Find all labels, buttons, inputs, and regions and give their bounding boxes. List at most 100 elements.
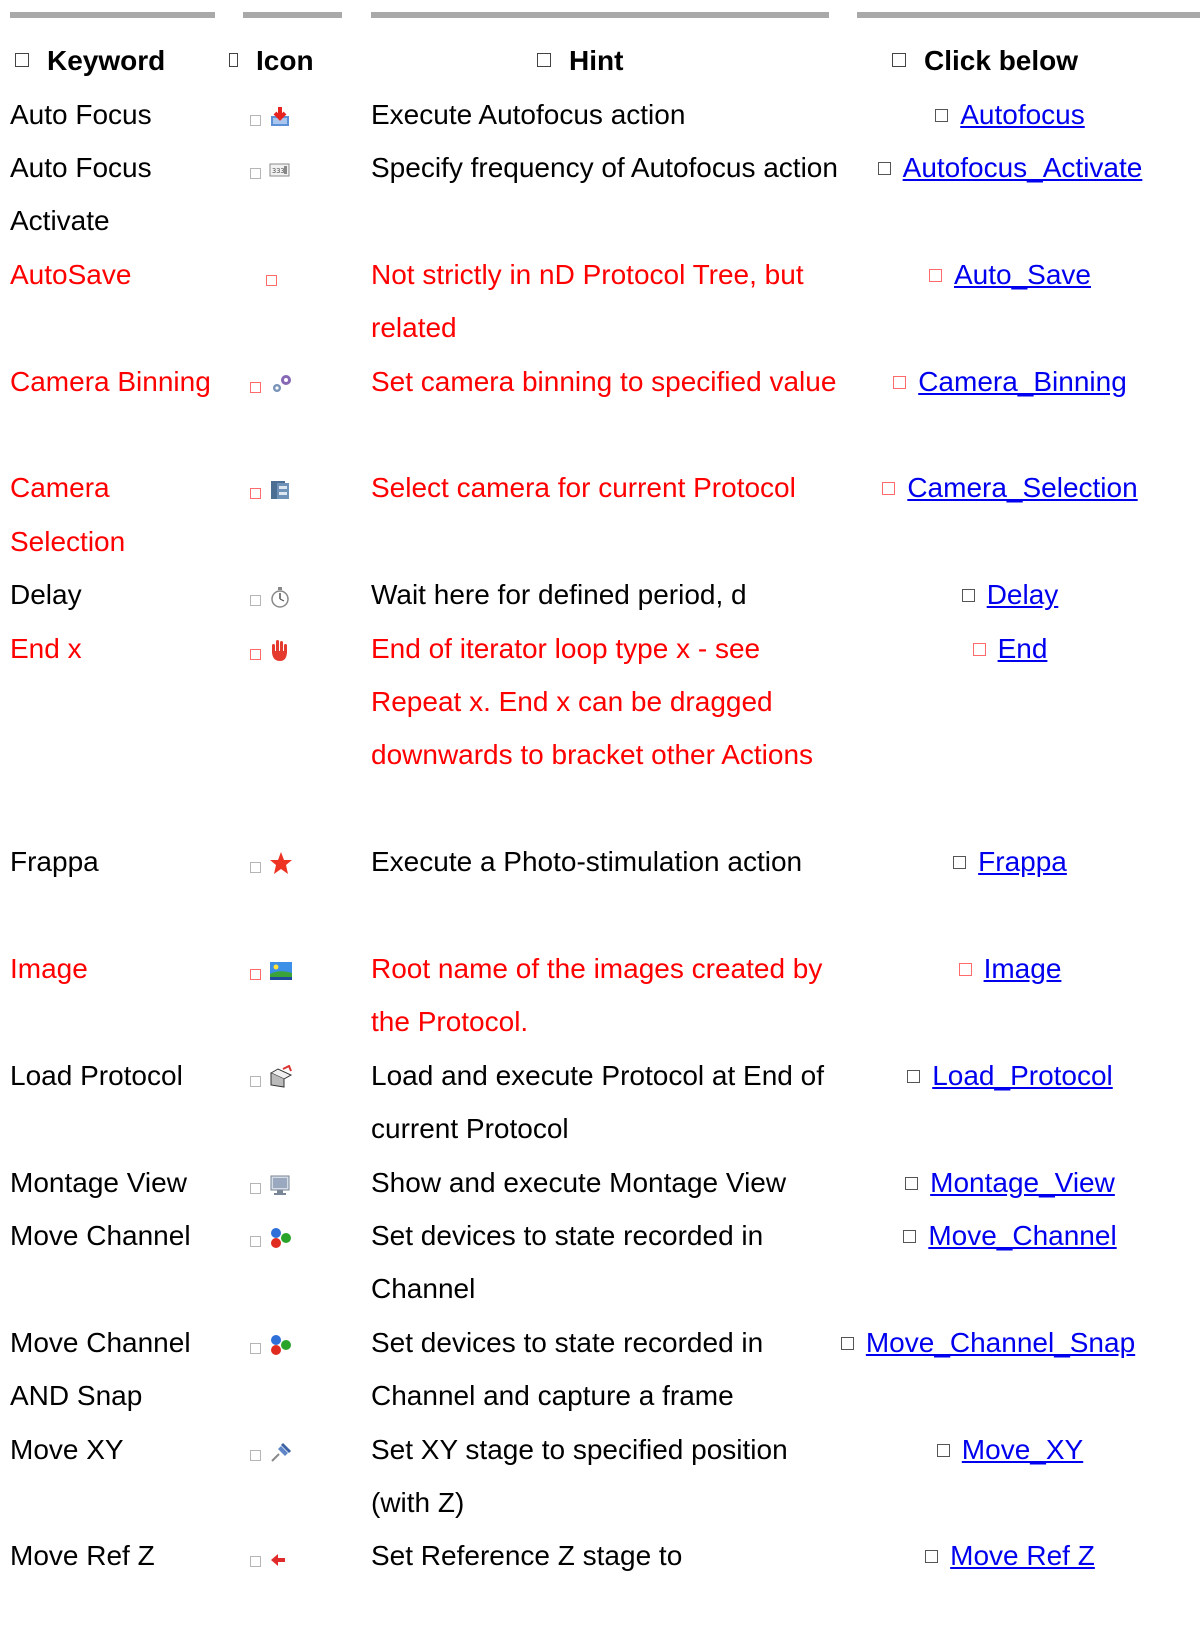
link-checkbox-icon [905,1176,919,1190]
placeholder-box-icon [266,274,277,286]
hint-cell: Set devices to state recorded in Channel [371,1220,764,1305]
icon-cell [250,568,340,625]
red-star-icon [269,839,293,892]
header-click-below[interactable]: Click below [892,44,1078,78]
placeholder-box-icon [250,648,261,660]
column-divider-icon [243,12,342,18]
keyword-cell: Move XY [10,1433,124,1465]
link-checkbox-icon [935,108,949,122]
svg-text:333: 333 [272,167,285,175]
icon-cell [250,248,340,301]
placeholder-box-icon [250,488,261,500]
link-checkbox-icon [972,642,986,656]
sort-checkbox-icon [15,53,29,67]
link-load-protocol[interactable]: Load_Protocol [932,1060,1113,1091]
icon-cell [250,622,340,679]
icon-cell [250,1316,340,1373]
header-icon[interactable]: Icon [229,44,314,78]
keyword-cell: Camera Selection [10,472,126,557]
link-auto-save[interactable]: Auto_Save [954,259,1091,290]
placeholder-box-icon [250,1075,261,1087]
column-divider-click [857,12,1200,18]
hint-cell: Show and execute Montage View [371,1166,787,1198]
rgb-dots-icon [269,1320,293,1373]
icon-cell: 333 [250,141,340,198]
sort-checkbox-icon [229,53,238,67]
icon-cell [250,1049,340,1106]
column-divider-hint [371,12,829,18]
link-move-ref-z[interactable]: Move Ref Z [950,1540,1095,1571]
load-protocol-icon [269,1053,293,1106]
placeholder-box-icon [250,1556,261,1568]
placeholder-box-icon [250,114,261,126]
hint-cell: Wait here for defined period, d [371,579,747,611]
link-checkbox-icon [877,162,891,175]
placeholder-box-icon [250,1342,261,1354]
icon-cell [250,1529,340,1586]
link-checkbox-icon [953,856,967,870]
keyword-cell: Auto Focus [10,98,152,130]
link-move-xy[interactable]: Move_XY [962,1434,1083,1465]
link-cell: Auto_Save [840,248,1180,301]
link-cell: Move Ref Z [840,1529,1180,1582]
link-end[interactable]: End [998,633,1048,664]
link-checkbox-icon [958,963,972,976]
link-checkbox-icon [903,1230,917,1243]
link-move-channel[interactable]: Move_Channel [928,1220,1116,1251]
link-cell: Camera_Selection [840,461,1180,514]
link-montage-view[interactable]: Montage_View [930,1167,1115,1198]
link-checkbox-icon [936,1443,950,1457]
rgb-dots-icon [269,1213,293,1266]
autofocus-icon [269,92,291,145]
red-left-arrow-icon [269,1533,287,1586]
link-autofocus[interactable]: Autofocus [960,99,1085,130]
hint-cell: Set camera binning to specified value [371,365,837,397]
red-hand-icon [269,626,289,679]
keyword-cell: Image [10,953,88,984]
link-cell: Camera_Binning [840,355,1180,408]
link-delay[interactable]: Delay [987,579,1059,610]
hint-cell: Set Reference Z stage to [371,1540,683,1572]
icon-cell [250,461,340,518]
hint-cell: Set XY stage to specified position (with… [371,1433,788,1518]
hint-cell: Select camera for current Protocol [371,472,796,504]
link-move-channel-snap[interactable]: Move_Channel_Snap [866,1327,1135,1358]
link-camera-binning[interactable]: Camera_Binning [918,366,1127,397]
keyword-cell: Camera Binning [10,365,211,397]
hint-cell: Not strictly in nD Protocol Tree, but re… [371,258,804,344]
hint-cell: Specify frequency of Autofocus action [371,152,838,183]
icon-cell [250,1423,340,1480]
link-cell: Autofocus [840,88,1180,141]
keyword-cell: Delay [10,579,82,611]
hint-cell: End of iterator loop type x - see Repeat… [371,632,814,771]
placeholder-box-icon [250,1182,261,1194]
placeholder-box-icon [250,1449,261,1461]
link-camera-selection[interactable]: Camera_Selection [907,472,1137,503]
keyword-cell: Montage View [10,1166,187,1198]
placeholder-box-icon [250,595,261,607]
keyword-cell: Frappa [10,846,99,878]
hint-cell: Execute Autofocus action [371,98,686,130]
link-cell: Load_Protocol [840,1049,1180,1102]
icon-cell [250,1156,340,1213]
camera-selection-icon [269,465,291,518]
icon-cell [250,942,340,999]
landscape-image-icon [269,946,293,999]
link-checkbox-icon [961,589,975,603]
header-hint[interactable]: Hint [537,44,623,78]
icon-cell [250,88,340,145]
link-cell: Move_Channel [840,1209,1180,1262]
stopwatch-icon [269,572,291,625]
link-frappa[interactable]: Frappa [978,846,1067,877]
link-image[interactable]: Image [984,953,1062,984]
monitor-icon [269,1160,291,1213]
header-keyword[interactable]: Keyword [15,44,165,78]
link-autofocus-activate[interactable]: Autofocus_Activate [903,152,1143,183]
link-cell: Move_Channel_Snap [818,1316,1158,1369]
icon-cell [250,1209,340,1266]
link-cell: Move_XY [840,1423,1180,1476]
link-cell: Image [840,942,1180,995]
sort-checkbox-icon [892,53,906,67]
keyword-cell: Move Ref Z [10,1540,155,1572]
frequency-counter-icon: 333 [269,145,291,198]
